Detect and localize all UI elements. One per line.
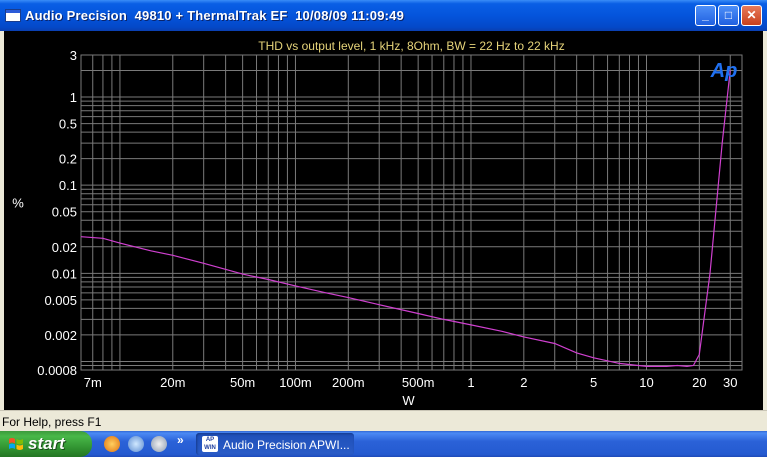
y-tick-label: 3: [70, 48, 77, 63]
y-tick-label: 0.01: [52, 266, 77, 281]
close-button[interactable]: ✕: [741, 5, 762, 26]
chart-title: THD vs output level, 1 kHz, 8Ohm, BW = 2…: [258, 39, 564, 53]
show-desktop-icon[interactable]: [128, 436, 144, 452]
x-tick-label: 1: [467, 375, 474, 390]
x-tick-label: 5: [590, 375, 597, 390]
y-tick-label: 0.02: [52, 240, 77, 255]
y-tick-label: 0.2: [59, 152, 77, 167]
y-tick-label: 1: [70, 90, 77, 105]
taskbar-item-label: Audio Precision APWI...: [223, 438, 350, 452]
x-tick-label: 7m: [84, 375, 102, 390]
ap-win-icon: AP WIN: [202, 436, 218, 452]
taskbar: start » AP WIN Audio Precision APWI...: [0, 431, 767, 457]
start-button[interactable]: start: [0, 431, 92, 457]
y-tick-label: 0.05: [52, 205, 77, 220]
x-tick-label: 100m: [279, 375, 312, 390]
y-tick-label: 0.005: [44, 293, 77, 308]
y-axis-label: %: [12, 196, 24, 211]
x-tick-label: 10: [639, 375, 653, 390]
x-tick-label: 20: [692, 375, 706, 390]
maximize-button[interactable]: □: [718, 5, 739, 26]
graph-window: THD vs output level, 1 kHz, 8Ohm, BW = 2…: [0, 31, 767, 410]
x-tick-label: 500m: [402, 375, 435, 390]
taskbar-item-audio-precision[interactable]: AP WIN Audio Precision APWI...: [196, 433, 354, 455]
media-player-icon[interactable]: [104, 436, 120, 452]
internet-explorer-icon[interactable]: [151, 436, 167, 452]
x-tick-label: 2: [520, 375, 527, 390]
y-tick-label: 0.002: [44, 328, 77, 343]
x-tick-label: 200m: [332, 375, 365, 390]
plot-frame: [80, 54, 743, 371]
x-tick-label: 30: [723, 375, 737, 390]
minimize-button[interactable]: _: [695, 5, 716, 26]
window-titlebar[interactable]: Audio Precision 49810 + ThermalTrak EF 1…: [0, 0, 767, 31]
app-window-icon[interactable]: [5, 9, 21, 22]
ap-logo: Ap: [710, 60, 738, 82]
x-axis-label: W: [402, 393, 415, 408]
y-tick-label: 0.0008: [37, 363, 77, 378]
thd-chart: THD vs output level, 1 kHz, 8Ohm, BW = 2…: [12, 39, 743, 408]
x-tick-label: 20m: [160, 375, 185, 390]
thd-plot-area: THD vs output level, 1 kHz, 8Ohm, BW = 2…: [4, 31, 763, 410]
status-text: For Help, press F1: [2, 415, 102, 429]
start-label: start: [28, 434, 65, 453]
window-title: Audio Precision 49810 + ThermalTrak EF 1…: [25, 8, 405, 23]
y-tick-label: 0.5: [59, 117, 77, 132]
thd-series-line: [80, 70, 731, 368]
y-tick-label: 0.1: [59, 178, 77, 193]
quicklaunch-chevron-icon[interactable]: »: [177, 433, 184, 447]
x-tick-label: 50m: [230, 375, 255, 390]
status-bar: For Help, press F1: [0, 410, 767, 432]
windows-flag-icon: [9, 438, 23, 450]
